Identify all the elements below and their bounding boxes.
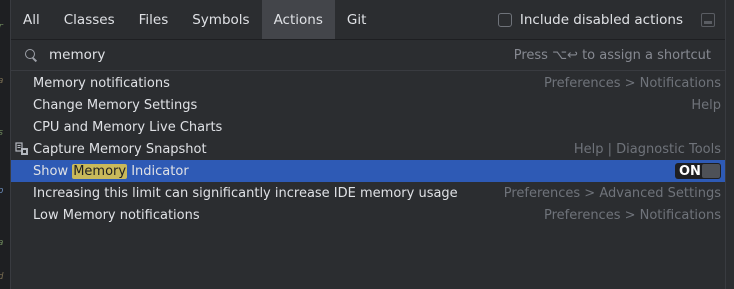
tab-label: Actions xyxy=(273,11,323,28)
result-label: Show Memory Indicator xyxy=(33,163,189,179)
result-label: Increasing this limit can significantly … xyxy=(33,185,458,201)
tab-label: All xyxy=(23,11,40,28)
tab-label: Symbols xyxy=(192,11,250,28)
tab-git[interactable]: Git xyxy=(335,0,379,39)
result-location: Help xyxy=(691,97,721,113)
tab-classes[interactable]: Classes xyxy=(52,0,127,39)
memory-snapshot-icon xyxy=(15,142,29,156)
memory-indicator-toggle[interactable]: ON xyxy=(675,163,721,179)
toggle-knob xyxy=(702,164,720,178)
result-location: Preferences > Notifications xyxy=(544,207,721,223)
tab-files[interactable]: Files xyxy=(127,0,181,39)
toggle-state-label: ON xyxy=(679,163,701,179)
editor-code-fragment: a xyxy=(0,76,3,86)
editor-code-fragment: p xyxy=(0,186,3,196)
editor-code-fragment: r xyxy=(0,22,3,32)
result-label: Low Memory notifications xyxy=(33,207,200,223)
tab-all[interactable]: All xyxy=(11,0,52,39)
tab-label: Files xyxy=(138,11,169,28)
search-icon xyxy=(24,48,38,62)
result-location: Help | Diagnostic Tools xyxy=(573,141,721,157)
include-disabled-label[interactable]: Include disabled actions xyxy=(520,12,683,28)
match-highlight: Memory xyxy=(72,163,128,179)
result-location: Preferences > Notifications xyxy=(544,75,721,91)
result-row[interactable]: Change Memory Settings Help xyxy=(11,94,725,116)
tab-label: Git xyxy=(346,11,367,28)
include-disabled-checkbox[interactable] xyxy=(497,12,512,27)
result-row[interactable]: Capture Memory Snapshot Help | Diagnosti… xyxy=(11,138,725,160)
search-bar: Press ⌥↩ to assign a shortcut xyxy=(11,40,725,71)
tab-label: Classes xyxy=(63,11,115,28)
label-prefix: Show xyxy=(33,163,73,179)
preview-panel-icon[interactable] xyxy=(701,12,715,27)
editor-code-fragment: d xyxy=(0,272,3,282)
result-row[interactable]: Increasing this limit can significantly … xyxy=(11,182,725,204)
search-input[interactable] xyxy=(49,47,449,63)
result-label: CPU and Memory Live Charts xyxy=(33,119,223,135)
search-everywhere-popup: All Classes Files Symbols Actions Git In… xyxy=(10,0,726,289)
result-label: Memory notifications xyxy=(33,75,170,91)
editor-code-fragment: a xyxy=(0,238,3,248)
result-row-selected[interactable]: Show Memory Indicator ON xyxy=(11,160,725,182)
shortcut-hint: Press ⌥↩ to assign a shortcut xyxy=(513,47,711,63)
results-list: Memory notifications Preferences > Notif… xyxy=(11,71,725,226)
tab-actions[interactable]: Actions xyxy=(261,0,335,39)
result-row[interactable]: Memory notifications Preferences > Notif… xyxy=(11,72,725,94)
result-row[interactable]: Low Memory notifications Preferences > N… xyxy=(11,204,725,226)
tab-bar: All Classes Files Symbols Actions Git In… xyxy=(11,0,725,40)
editor-code-fragment: s xyxy=(0,128,3,138)
result-label: Change Memory Settings xyxy=(33,97,198,113)
result-row[interactable]: CPU and Memory Live Charts xyxy=(11,116,725,138)
label-suffix: Indicator xyxy=(127,163,189,179)
result-label: Capture Memory Snapshot xyxy=(33,141,207,157)
include-disabled-option: Include disabled actions xyxy=(497,0,715,39)
result-location: Preferences > Advanced Settings xyxy=(503,185,721,201)
tab-symbols[interactable]: Symbols xyxy=(180,0,261,39)
editor-background-strip: r a s p a d xyxy=(0,0,10,289)
